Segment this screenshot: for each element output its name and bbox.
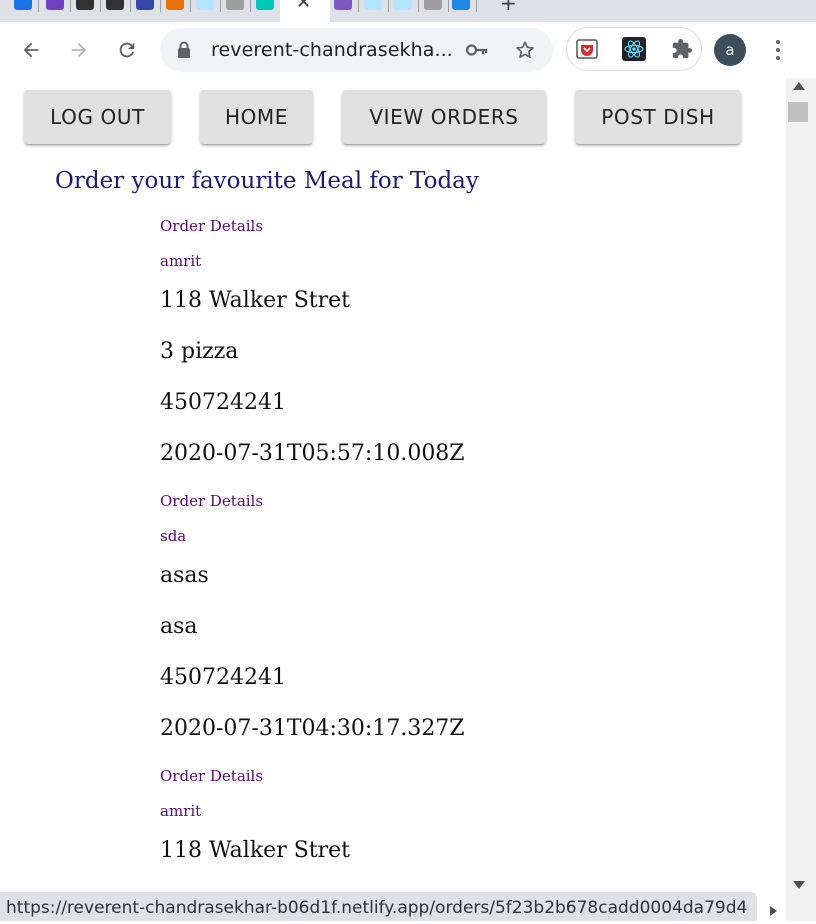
tab-favicon-icon[interactable] — [166, 0, 184, 10]
back-arrow-icon — [23, 42, 39, 58]
order-phone: 450724241 — [160, 390, 286, 415]
page-viewport: LOG OUT HOME VIEW ORDERS POST DISH Order… — [0, 78, 786, 921]
tab-favicon-icon[interactable] — [46, 0, 64, 10]
order-dish: asa — [160, 614, 198, 639]
tab-favicon-icon[interactable] — [424, 0, 442, 10]
status-bar-url: https://reverent-chandrasekhar-b06d1f.ne… — [0, 892, 758, 921]
tab-favicon-icon[interactable] — [196, 0, 214, 10]
tab-divider — [220, 0, 221, 12]
browser-toolbar: reverent-chandrasekha... a — [0, 22, 816, 79]
bookmark-star-icon[interactable] — [514, 39, 536, 61]
order-dish: 3 pizza — [160, 339, 239, 364]
tab-favicon-icon[interactable] — [334, 0, 352, 10]
scrollbar-thumb[interactable] — [788, 102, 808, 122]
tab-favicon-icon[interactable] — [136, 0, 154, 10]
logout-button[interactable]: LOG OUT — [24, 90, 171, 144]
order-customer-name: sda — [160, 527, 187, 545]
tab-favicon-icon[interactable] — [76, 0, 94, 10]
extensions-puzzle-icon[interactable] — [670, 37, 694, 61]
order-customer-name: amrit — [160, 252, 202, 270]
order-phone: 450724241 — [160, 665, 286, 690]
scroll-down-arrow-icon[interactable] — [793, 881, 805, 889]
tab-favicon-icon[interactable] — [226, 0, 244, 10]
orders-list: Order Details amrit 118 Walker Stret 3 p… — [160, 216, 760, 888]
order-timestamp: 2020-07-31T04:30:17.327Z — [160, 716, 465, 741]
tab-strip: ✕ + — [0, 0, 816, 22]
order-customer-name: amrit — [160, 802, 202, 820]
page-title: Order your favourite Meal for Today — [55, 168, 479, 194]
scroll-up-arrow-icon[interactable] — [793, 82, 805, 90]
browser-menu-icon[interactable] — [768, 36, 788, 64]
tab-divider — [38, 0, 39, 12]
order-address: 118 Walker Stret — [160, 288, 350, 313]
address-bar[interactable]: reverent-chandrasekha... — [160, 28, 553, 72]
tab-favicon-icon[interactable] — [106, 0, 124, 10]
tab-divider — [100, 0, 101, 12]
url-text[interactable]: reverent-chandrasekha... — [211, 39, 453, 61]
new-tab-button[interactable]: + — [500, 0, 517, 15]
tab-divider — [160, 0, 161, 12]
back-button[interactable] — [17, 36, 45, 64]
tab-divider — [448, 0, 449, 12]
order-timestamp: 2020-07-31T05:57:10.008Z — [160, 441, 465, 466]
tab-favicon-icon[interactable] — [394, 0, 412, 10]
extensions-group — [566, 27, 702, 71]
order-card: Order Details sda asas asa 450724241 202… — [160, 491, 760, 766]
view-orders-button[interactable]: VIEW ORDERS — [342, 90, 546, 144]
profile-avatar[interactable]: a — [714, 34, 746, 66]
tab-divider — [190, 0, 191, 12]
forward-arrow-icon — [71, 42, 87, 58]
react-devtools-icon[interactable] — [622, 37, 646, 61]
reload-icon — [119, 42, 135, 58]
tab-divider — [476, 0, 477, 12]
order-address: 118 Walker Stret — [160, 838, 350, 863]
scroll-right-arrow-icon[interactable] — [770, 906, 777, 916]
order-details-title: Order Details — [160, 217, 264, 235]
tab-divider — [250, 0, 251, 12]
home-button[interactable]: HOME — [200, 90, 313, 144]
key-icon[interactable] — [466, 39, 488, 61]
forward-button[interactable] — [65, 36, 93, 64]
order-address: asas — [160, 563, 209, 588]
tab-favicon-icon[interactable] — [364, 0, 382, 10]
tab-favicon-icon[interactable] — [14, 0, 32, 10]
tab-divider — [388, 0, 389, 12]
order-card: Order Details amrit 118 Walker Stret — [160, 766, 760, 888]
reload-button[interactable] — [113, 36, 141, 64]
order-details-title: Order Details — [160, 492, 264, 510]
order-details-title: Order Details — [160, 767, 264, 785]
post-dish-button[interactable]: POST DISH — [575, 90, 741, 144]
lock-icon[interactable] — [177, 41, 191, 63]
tab-divider — [418, 0, 419, 12]
tab-divider — [70, 0, 71, 12]
tab-favicon-icon[interactable] — [452, 0, 470, 10]
vertical-scrollbar[interactable] — [786, 78, 816, 921]
tab-divider — [358, 0, 359, 12]
close-tab-icon[interactable]: ✕ — [296, 0, 311, 13]
tab-divider — [130, 0, 131, 12]
tab-favicon-icon[interactable] — [256, 0, 274, 10]
pocket-extension-icon[interactable] — [575, 37, 599, 61]
order-card: Order Details amrit 118 Walker Stret 3 p… — [160, 216, 760, 491]
